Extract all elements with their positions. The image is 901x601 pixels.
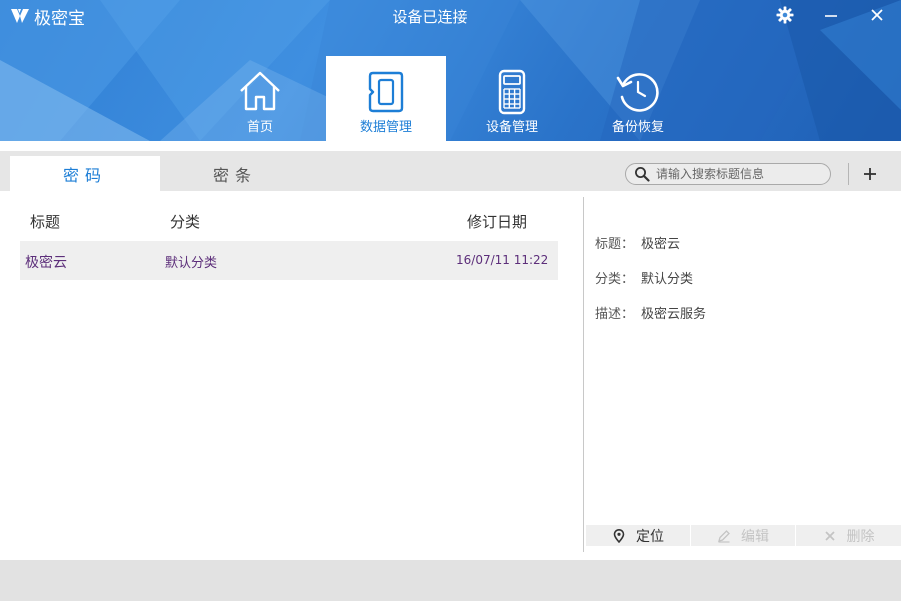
app-logo: 极密宝 [10,5,85,29]
tab-home-label: 首页 [246,120,273,135]
column-header-date[interactable]: 修订日期 [467,211,527,232]
edit-button[interactable]: 编辑 [691,525,796,546]
table-row[interactable]: 极密云 默认分类 16/07/11 11:22 [20,241,558,280]
panel-divider [583,197,584,552]
delete-x-icon [824,530,835,541]
title-bar-header: 极密宝 设备已连接 首页 数据管理 设备管理 备份恢复 [0,0,901,141]
tab-backup-restore[interactable]: 备份恢复 [578,56,698,141]
connection-status: 设备已连接 [392,8,468,26]
minimize-button[interactable] [818,4,844,26]
app-name: 极密宝 [34,8,85,29]
settings-button[interactable] [772,4,798,26]
minimize-icon [825,15,837,17]
row-category: 默认分类 [165,256,218,271]
edit-label: 编辑 [741,528,769,545]
home-icon [240,71,280,111]
sub-tab-bar: 密码 密条 [0,151,901,191]
detail-category-value: 默认分类 [641,272,694,287]
status-footer [0,560,901,601]
tab-device-management[interactable]: 设备管理 [452,56,572,141]
search-input[interactable] [656,167,826,181]
location-pin-icon [613,528,625,543]
device-icon [498,69,526,115]
row-date: 16/07/11 11:22 [456,253,549,267]
subtab-notes[interactable]: 密条 [160,156,310,191]
tab-data-management-label: 数据管理 [359,120,412,135]
detail-category-label: 分类： [595,272,635,287]
close-button[interactable] [864,4,890,26]
detail-description: 描述： 极密云服务 [595,303,706,322]
delete-button[interactable]: 删除 [796,525,901,546]
detail-title: 标题： 极密云 [595,233,680,252]
plus-icon [864,168,876,180]
detail-actions: 定位 编辑 删除 [586,525,901,546]
search-box[interactable] [625,163,831,185]
gear-icon [776,6,794,24]
close-icon [871,9,883,21]
restore-icon [616,73,659,112]
detail-description-value: 极密云服务 [641,307,707,322]
add-button[interactable] [858,162,882,186]
tab-backup-restore-label: 备份恢复 [611,120,664,135]
row-title: 极密云 [25,255,67,271]
toolbar-divider [848,163,849,185]
tab-home[interactable]: 首页 [200,56,320,141]
detail-description-label: 描述： [595,307,635,322]
list-header: 标题 分类 修订日期 [20,205,558,237]
column-header-category[interactable]: 分类 [170,211,200,232]
tab-device-management-label: 设备管理 [485,120,538,135]
search-icon [635,167,650,182]
column-header-title[interactable]: 标题 [30,211,60,232]
tab-data-management[interactable]: 数据管理 [326,56,446,141]
locate-label: 定位 [636,528,664,545]
pencil-icon [718,529,730,543]
detail-title-label: 标题： [595,237,635,252]
logo-icon [11,9,29,23]
locate-button[interactable]: 定位 [586,525,691,546]
detail-category: 分类： 默认分类 [595,268,693,287]
sd-card-icon [368,71,404,113]
subtab-passwords[interactable]: 密码 [10,156,160,191]
delete-label: 删除 [846,528,875,545]
detail-title-value: 极密云 [641,237,681,252]
